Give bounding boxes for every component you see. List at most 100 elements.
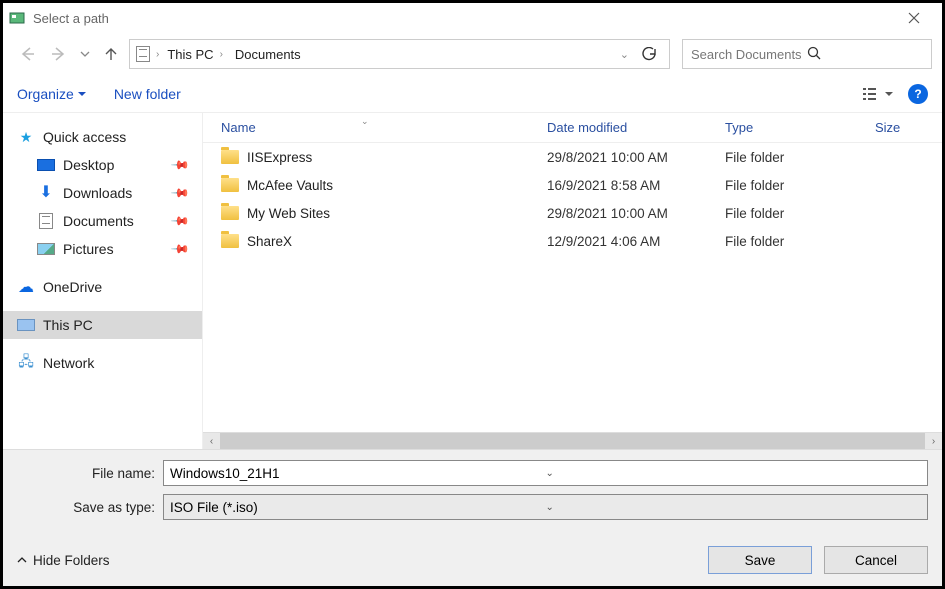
- breadcrumb-this-pc[interactable]: This PC›: [163, 47, 227, 62]
- sidebar-network[interactable]: 🖧 Network: [3, 349, 202, 377]
- filename-input[interactable]: Windows10_21H1 ⌄: [163, 460, 928, 486]
- pin-icon: 📌: [170, 239, 190, 259]
- sort-indicator-icon: ⌄: [361, 116, 369, 127]
- file-listing: Name ⌄ Date modified Type Size IISExpres…: [203, 113, 942, 449]
- star-icon: ★: [17, 130, 35, 144]
- chevron-down-icon[interactable]: ⌄: [620, 48, 629, 61]
- arrow-right-icon: [50, 45, 68, 63]
- app-icon: [9, 10, 25, 26]
- item-type: File folder: [725, 150, 875, 165]
- chevron-right-icon: ›: [156, 49, 159, 60]
- breadcrumb-documents[interactable]: Documents: [231, 47, 305, 62]
- chevron-down-icon: [885, 90, 893, 98]
- sidebar-downloads[interactable]: ⬇ Downloads 📌: [3, 179, 202, 207]
- sidebar-item-label: Documents: [63, 213, 134, 229]
- address-bar[interactable]: › This PC› Documents ⌄: [129, 39, 670, 69]
- breadcrumb-label: This PC: [167, 47, 213, 62]
- document-icon: [37, 214, 55, 228]
- sidebar-item-label: Desktop: [63, 157, 114, 173]
- organize-button[interactable]: Organize: [17, 86, 86, 102]
- folder-icon: [221, 234, 239, 248]
- item-date: 29/8/2021 10:00 AM: [547, 206, 725, 221]
- item-name: ShareX: [247, 234, 292, 249]
- sidebar-desktop[interactable]: Desktop 📌: [3, 151, 202, 179]
- chevron-down-icon: [78, 90, 86, 98]
- cancel-button[interactable]: Cancel: [824, 546, 928, 574]
- scroll-track[interactable]: [220, 433, 925, 450]
- folder-icon: [221, 178, 239, 192]
- sidebar-item-label: This PC: [43, 317, 93, 333]
- save-dialog: Select a path › This PC› Documents ⌄: [0, 0, 945, 589]
- up-button[interactable]: [97, 40, 125, 68]
- document-icon: [134, 47, 152, 61]
- column-name[interactable]: Name ⌄: [221, 120, 547, 135]
- item-type: File folder: [725, 178, 875, 193]
- pin-icon: 📌: [170, 155, 190, 175]
- column-size[interactable]: Size: [875, 120, 942, 135]
- forward-button[interactable]: [45, 40, 73, 68]
- sidebar-quick-access[interactable]: ★ Quick access: [3, 123, 202, 151]
- refresh-icon: [642, 47, 656, 61]
- save-as-type-select[interactable]: ISO File (*.iso) ⌄: [163, 494, 928, 520]
- save-as-type-label: Save as type:: [17, 500, 155, 515]
- titlebar: Select a path: [3, 3, 942, 33]
- scroll-right-button[interactable]: ›: [925, 433, 942, 450]
- nav-row: › This PC› Documents ⌄ Search Documents: [3, 33, 942, 75]
- breadcrumb-label: Documents: [235, 47, 301, 62]
- item-type: File folder: [725, 206, 875, 221]
- view-icon: [863, 87, 881, 101]
- pictures-icon: [37, 242, 55, 256]
- item-date: 16/9/2021 8:58 AM: [547, 178, 725, 193]
- item-name: My Web Sites: [247, 206, 330, 221]
- filename-value: Windows10_21H1: [170, 466, 546, 481]
- sidebar-item-label: Downloads: [63, 185, 132, 201]
- scroll-left-button[interactable]: ‹: [203, 433, 220, 450]
- search-placeholder: Search Documents: [691, 47, 807, 62]
- save-as-type-value: ISO File (*.iso): [170, 500, 546, 515]
- network-icon: 🖧: [17, 356, 35, 370]
- view-options-button[interactable]: [858, 82, 898, 106]
- help-button[interactable]: ?: [908, 84, 928, 104]
- pc-icon: [17, 318, 35, 332]
- recent-locations-button[interactable]: [77, 40, 93, 68]
- sidebar-this-pc[interactable]: This PC: [3, 311, 202, 339]
- save-as-type-row: Save as type: ISO File (*.iso) ⌄: [17, 494, 928, 520]
- organize-label: Organize: [17, 86, 74, 102]
- sidebar-pictures[interactable]: Pictures 📌: [3, 235, 202, 263]
- item-type: File folder: [725, 234, 875, 249]
- column-date[interactable]: Date modified: [547, 120, 725, 135]
- main-area: ★ Quick access Desktop 📌 ⬇ Downloads 📌 D…: [3, 113, 942, 449]
- save-button[interactable]: Save: [708, 546, 812, 574]
- list-item[interactable]: My Web Sites 29/8/2021 10:00 AMFile folde…: [203, 199, 942, 227]
- list-item[interactable]: McAfee Vaults16/9/2021 8:58 AMFile folde…: [203, 171, 942, 199]
- sidebar-item-label: Quick access: [43, 129, 126, 145]
- sidebar: ★ Quick access Desktop 📌 ⬇ Downloads 📌 D…: [3, 113, 203, 449]
- window-title: Select a path: [33, 11, 892, 26]
- new-folder-button[interactable]: New folder: [114, 86, 181, 102]
- column-type[interactable]: Type: [725, 120, 875, 135]
- list-item[interactable]: ShareX 12/9/2021 4:06 AMFile folder: [203, 227, 942, 255]
- sidebar-documents[interactable]: Documents 📌: [3, 207, 202, 235]
- item-name: IISExpress: [247, 150, 312, 165]
- filename-row: File name: Windows10_21H1 ⌄: [17, 460, 928, 486]
- list-item[interactable]: IISExpress 29/8/2021 10:00 AMFile folder: [203, 143, 942, 171]
- folder-icon: [221, 150, 239, 164]
- close-button[interactable]: [892, 4, 936, 32]
- chevron-up-icon: [17, 555, 27, 565]
- chevron-down-icon[interactable]: ⌄: [546, 468, 922, 479]
- pin-icon: 📌: [170, 183, 190, 203]
- download-icon: ⬇: [37, 186, 55, 200]
- search-input[interactable]: Search Documents: [682, 39, 932, 69]
- arrow-up-icon: [103, 46, 119, 62]
- hide-folders-label: Hide Folders: [33, 553, 110, 568]
- item-date: 29/8/2021 10:00 AM: [547, 150, 725, 165]
- refresh-button[interactable]: [633, 39, 665, 69]
- item-date: 12/9/2021 4:06 AM: [547, 234, 725, 249]
- horizontal-scrollbar[interactable]: ‹ ›: [203, 432, 942, 449]
- hide-folders-button[interactable]: Hide Folders: [17, 553, 110, 568]
- back-button[interactable]: [13, 40, 41, 68]
- sidebar-onedrive[interactable]: ☁ OneDrive: [3, 273, 202, 301]
- column-label: Name: [221, 120, 256, 135]
- bottom-panel: File name: Windows10_21H1 ⌄ Save as type…: [3, 449, 942, 586]
- chevron-down-icon[interactable]: ⌄: [546, 502, 922, 513]
